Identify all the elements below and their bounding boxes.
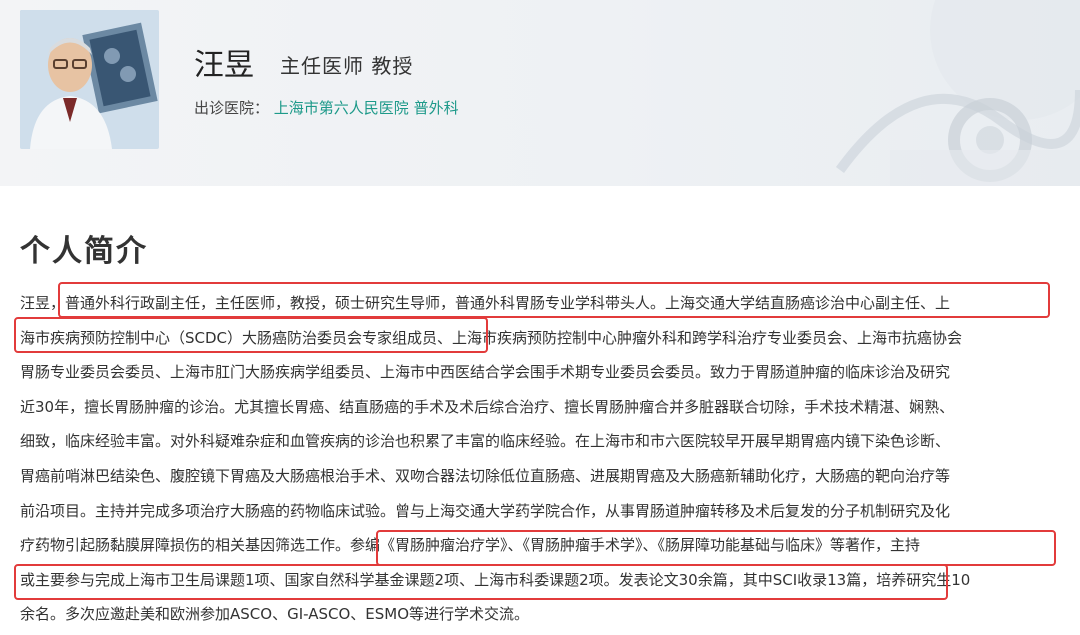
clinic-row: 出诊医院： 上海市第六人民医院 普外科	[194, 97, 459, 118]
bio-line: 海市疾病预防控制中心（SCDC）大肠癌防治委员会专家组成员、上海市疾病预防控制中…	[20, 328, 963, 347]
doctor-header-banner: 汪昱 主任医师 教授 出诊医院： 上海市第六人民医院 普外科	[0, 0, 1080, 186]
bio-line: 胃肠专业委员会委员、上海市肛门大肠疾病学组委员、上海市中西医结合学会围手术期专业…	[20, 363, 951, 382]
clinic-label: 出诊医院：	[194, 99, 270, 117]
clinic-hospital-link[interactable]: 上海市第六人民医院 普外科	[274, 99, 459, 117]
bio-line: 余名。多次应邀赴美和欧洲参加ASCO、GI-ASCO、ESMO等进行学术交流。	[20, 605, 530, 624]
doctor-name: 汪昱	[194, 49, 254, 82]
doctor-title: 主任医师 教授	[280, 54, 414, 78]
section-title: 个人简介	[20, 234, 148, 269]
doctor-avatar	[20, 10, 159, 149]
bio-line: 近30年，擅长胃肠肿瘤的诊治。尤其擅长胃癌、结直肠癌的手术及术后综合治疗、擅长胃…	[20, 397, 955, 416]
bio-line: 或主要参与完成上海市卫生局课题1项、国家自然科学基金课题2项、上海市科委课题2项…	[20, 570, 971, 589]
bio-line: 汪昱，普通外科行政副主任，主任医师，教授，硕士研究生导师，普通外科胃肠专业学科带…	[20, 294, 951, 312]
bio-line: 细致，临床经验丰富。对外科疑难杂症和血管疾病的诊治也积累了丰富的临床经验。在上海…	[20, 432, 951, 451]
bio-line: 疗药物引起肠黏膜屏障损伤的相关基因筛选工作。参编《胃肠肿瘤治疗学》、《胃肠肿瘤手…	[20, 536, 921, 555]
bio-line: 胃癌前哨淋巴结染色、腹腔镜下胃癌及大肠癌根治手术、双吻合器法切除低位直肠癌、进展…	[20, 466, 951, 485]
bio-line: 前沿项目。主持并完成多项治疗大肠癌的药物临床试验。曾与上海交通大学药学院合作，从…	[20, 501, 951, 520]
bio-paragraph: 汪昱，普通外科行政副主任，主任医师，教授，硕士研究生导师，普通外科胃肠专业学科带…	[20, 286, 1060, 632]
stethoscope-background-graphic	[835, 0, 1080, 186]
